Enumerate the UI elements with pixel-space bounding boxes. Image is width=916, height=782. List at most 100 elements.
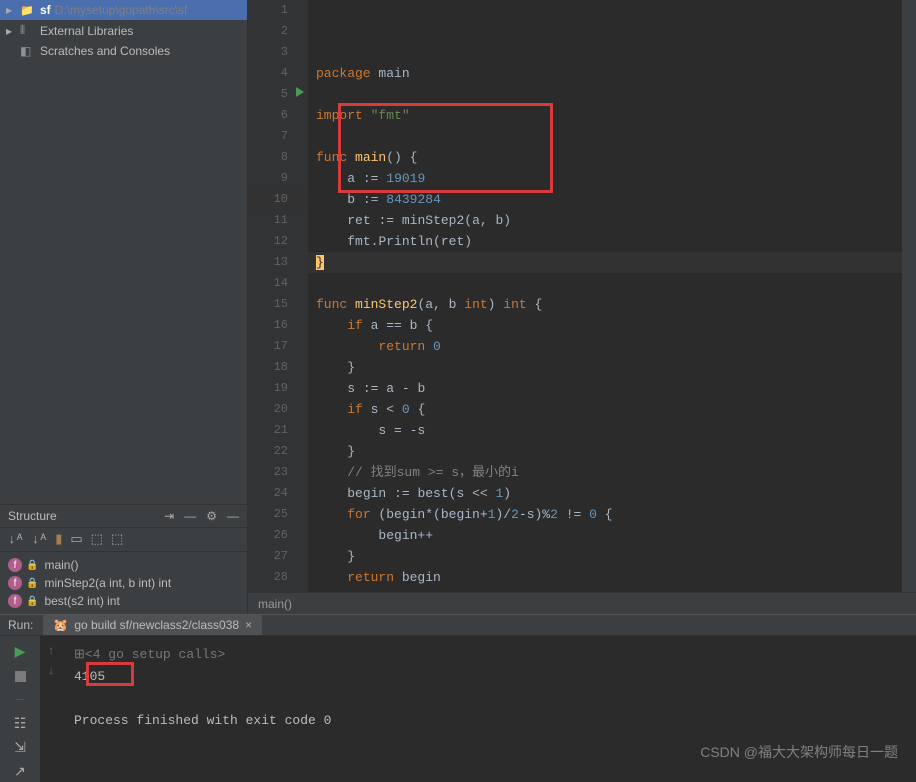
project-root[interactable]: ▸ sf D:\mysetup\gopath\src\sf bbox=[0, 0, 247, 20]
up-icon[interactable]: ↑ bbox=[47, 644, 54, 658]
line-number[interactable]: 6 bbox=[248, 105, 308, 126]
line-number[interactable]: 22 bbox=[248, 441, 308, 462]
code-line[interactable]: func minStep2(a, b int) int { bbox=[308, 294, 902, 315]
go-icon: 🐹 bbox=[53, 618, 68, 632]
code-line[interactable]: func main() { bbox=[308, 147, 902, 168]
struct-item-main[interactable]: f 🔒 main() bbox=[0, 556, 247, 574]
external-libs-label: External Libraries bbox=[40, 24, 133, 38]
line-number[interactable]: 15 bbox=[248, 294, 308, 315]
line-number[interactable]: 14 bbox=[248, 273, 308, 294]
run-tab[interactable]: 🐹 go build sf/newclass2/class038 × bbox=[43, 615, 262, 635]
code-line[interactable]: if a == b { bbox=[308, 315, 902, 336]
code-line[interactable]: s := a - b bbox=[308, 378, 902, 399]
line-number[interactable]: 18 bbox=[248, 357, 308, 378]
stop-icon[interactable] bbox=[15, 666, 26, 686]
line-number[interactable]: 17 bbox=[248, 336, 308, 357]
line-number[interactable]: 26 bbox=[248, 525, 308, 546]
code-line[interactable] bbox=[308, 273, 902, 294]
hide-icon[interactable]: — bbox=[227, 509, 239, 523]
line-number[interactable]: 4 bbox=[248, 63, 308, 84]
editor[interactable]: 1234567891011121314151617181920212223242… bbox=[248, 0, 916, 614]
code-line[interactable]: s = -s bbox=[308, 420, 902, 441]
expand-arrow-icon[interactable]: ▸ bbox=[6, 24, 20, 38]
code-line[interactable]: a := 19019 bbox=[308, 168, 902, 189]
struct-item-minstep2[interactable]: f 🔒 minStep2(a int, b int) int bbox=[0, 574, 247, 592]
line-number[interactable]: 19 bbox=[248, 378, 308, 399]
struct-item-best[interactable]: f 🔒 best(s2 int) int bbox=[0, 592, 247, 610]
lock-icon: 🔒 bbox=[26, 578, 38, 589]
scratches-consoles[interactable]: Scratches and Consoles bbox=[0, 41, 247, 61]
code-line[interactable]: } bbox=[308, 441, 902, 462]
show-fields-icon[interactable]: ▮ bbox=[55, 532, 62, 547]
layout-icon[interactable]: ☷ bbox=[14, 714, 27, 734]
lock-icon: 🔒 bbox=[26, 596, 38, 607]
setup-calls[interactable]: ⊞<4 go setup calls> bbox=[74, 644, 904, 666]
main-split: ▸ sf D:\mysetup\gopath\src\sf ▸ External… bbox=[0, 0, 916, 614]
line-number[interactable]: 28 bbox=[248, 567, 308, 588]
line-number[interactable]: 20 bbox=[248, 399, 308, 420]
collapse-icon[interactable]: ⇥ bbox=[164, 509, 174, 523]
wrench-icon[interactable]: ↗ bbox=[14, 762, 26, 782]
close-icon[interactable]: × bbox=[245, 618, 252, 632]
structure-list: f 🔒 main() f 🔒 minStep2(a int, b int) in… bbox=[0, 552, 247, 614]
code-line[interactable] bbox=[308, 126, 902, 147]
code-area[interactable]: package main import "fmt" func main() { … bbox=[308, 0, 902, 614]
code-line[interactable]: fmt.Println(ret) bbox=[308, 231, 902, 252]
line-number[interactable]: 7 bbox=[248, 126, 308, 147]
run-tab-label: go build sf/newclass2/class038 bbox=[74, 618, 239, 632]
line-number[interactable]: 13 bbox=[248, 252, 308, 273]
rerun-icon[interactable]: ▶ bbox=[15, 642, 26, 662]
sort-alpha-icon[interactable]: ↓ᴬ bbox=[8, 532, 24, 547]
line-number[interactable]: 10 bbox=[248, 189, 308, 210]
code-line[interactable] bbox=[308, 84, 902, 105]
run-output[interactable]: ⊞<4 go setup calls> 4105 Process finishe… bbox=[62, 636, 916, 782]
code-line[interactable]: b := 8439284 bbox=[308, 189, 902, 210]
external-libraries[interactable]: ▸ External Libraries bbox=[0, 20, 247, 41]
line-number[interactable]: 27 bbox=[248, 546, 308, 567]
line-number[interactable]: 12 bbox=[248, 231, 308, 252]
run-gutter-icon[interactable] bbox=[296, 87, 304, 97]
code-line[interactable]: begin++ bbox=[308, 525, 902, 546]
structure-toolbar: ↓ᴬ ↓ᴬ ▮ ▭ ⬚ ⬚ bbox=[0, 528, 247, 552]
show-folder-icon[interactable]: ▭ bbox=[70, 532, 82, 547]
line-number[interactable]: 23 bbox=[248, 462, 308, 483]
down-icon[interactable]: ↓ bbox=[47, 664, 54, 678]
struct-label: best(s2 int) int bbox=[44, 594, 119, 608]
code-line[interactable]: // 找到sum >= s，最小的i bbox=[308, 462, 902, 483]
code-line[interactable]: ret := minStep2(a, b) bbox=[308, 210, 902, 231]
autoscroll-from-icon[interactable]: ⬚ bbox=[91, 532, 103, 547]
export-icon[interactable]: ⇲ bbox=[14, 738, 26, 758]
crumb-bar[interactable]: main() bbox=[248, 592, 916, 614]
minimize-icon[interactable]: — bbox=[184, 509, 196, 523]
line-number[interactable]: 21 bbox=[248, 420, 308, 441]
code-line[interactable]: for (begin*(begin+1)/2-s)%2 != 0 { bbox=[308, 504, 902, 525]
output-line: 4105 bbox=[74, 666, 904, 688]
expand-arrow-icon[interactable]: ▸ bbox=[6, 3, 20, 17]
gear-icon[interactable]: ⚙ bbox=[206, 509, 217, 523]
line-number[interactable]: 25 bbox=[248, 504, 308, 525]
line-number[interactable]: 8 bbox=[248, 147, 308, 168]
sort-visibility-icon[interactable]: ↓ᴬ bbox=[32, 532, 48, 547]
line-number[interactable]: 11 bbox=[248, 210, 308, 231]
code-line[interactable]: begin := best(s << 1) bbox=[308, 483, 902, 504]
code-line[interactable]: import "fmt" bbox=[308, 105, 902, 126]
line-number[interactable]: 1 bbox=[248, 0, 308, 21]
lock-icon: 🔒 bbox=[26, 560, 38, 571]
code-line[interactable]: } bbox=[308, 357, 902, 378]
line-number[interactable]: 2 bbox=[248, 21, 308, 42]
scrollbar[interactable] bbox=[902, 0, 916, 614]
code-line[interactable]: if s < 0 { bbox=[308, 399, 902, 420]
line-number[interactable]: 3 bbox=[248, 42, 308, 63]
line-number[interactable]: 9 bbox=[248, 168, 308, 189]
structure-title: Structure bbox=[8, 509, 164, 523]
line-number[interactable]: 24 bbox=[248, 483, 308, 504]
code-line[interactable]: } bbox=[308, 252, 902, 273]
line-number[interactable]: 5 bbox=[248, 84, 308, 105]
code-line[interactable]: return 0 bbox=[308, 336, 902, 357]
function-badge-icon: f bbox=[8, 576, 22, 590]
line-number[interactable]: 16 bbox=[248, 315, 308, 336]
code-line[interactable]: package main bbox=[308, 63, 902, 84]
code-line[interactable]: } bbox=[308, 546, 902, 567]
autoscroll-to-icon[interactable]: ⬚ bbox=[111, 532, 123, 547]
code-line[interactable]: return begin bbox=[308, 567, 902, 588]
